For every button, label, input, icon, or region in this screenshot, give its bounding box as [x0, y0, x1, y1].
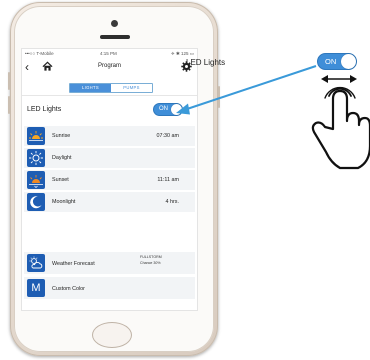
callout-arrow-icon — [176, 65, 317, 115]
hand-pointer-icon — [311, 86, 370, 170]
swipe-arrow-icon — [321, 75, 357, 83]
annotation-overlay — [176, 65, 370, 170]
